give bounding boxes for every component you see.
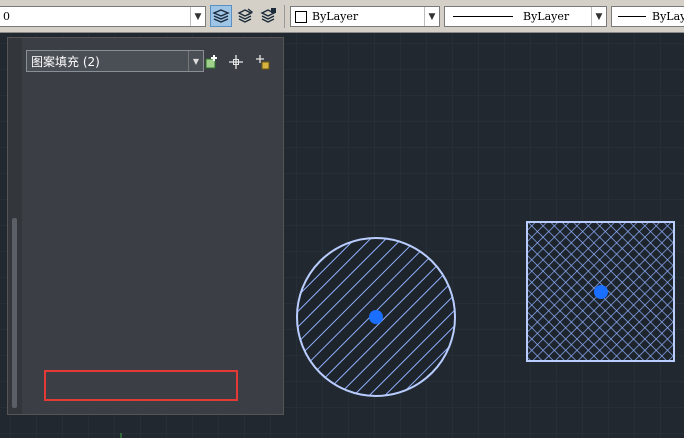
linetype-combo-value: ByLayer	[523, 10, 570, 23]
properties-palette: 图案填充 (2) ▼	[7, 37, 284, 415]
chevron-down-icon[interactable]: ▼	[188, 51, 203, 71]
palette-scrollbar[interactable]	[12, 218, 17, 408]
layer-combo[interactable]: 0 ▼	[0, 6, 206, 27]
layer-combo-value: 0	[3, 10, 10, 23]
quick-select-icon[interactable]	[252, 52, 272, 72]
rectangle-grip[interactable]	[594, 285, 608, 299]
toolbar-divider	[284, 5, 285, 28]
select-objects-icon[interactable]	[226, 52, 246, 72]
lineweight-combo-value: ByLay	[652, 10, 684, 23]
lineweight-sample	[618, 16, 646, 17]
selection-combo-value: 图案填充 (2)	[31, 54, 100, 69]
selection-combo[interactable]: 图案填充 (2) ▼	[26, 50, 204, 72]
color-combo[interactable]: ByLayer ▼	[290, 6, 440, 27]
circle-grip[interactable]	[369, 310, 383, 324]
lineweight-combo[interactable]: ByLay	[611, 6, 684, 27]
cumulative-area-highlight	[44, 370, 238, 401]
layer-previous-icon[interactable]	[234, 5, 256, 27]
chevron-down-icon[interactable]: ▼	[591, 7, 606, 26]
color-swatch	[295, 10, 307, 23]
linetype-combo[interactable]: ByLayer ▼	[444, 6, 607, 27]
toggle-pickadd-icon[interactable]	[202, 52, 222, 72]
properties-toolbar: 0 ▼ ByLayer ▼ ByLayer ▼ ByLay	[0, 0, 684, 33]
color-combo-value: ByLayer	[312, 10, 359, 23]
chevron-down-icon[interactable]: ▼	[424, 7, 439, 26]
chevron-down-icon[interactable]: ▼	[190, 7, 205, 26]
linetype-sample	[453, 16, 513, 17]
layer-state-icon[interactable]	[257, 5, 279, 27]
layer-match-icon[interactable]	[210, 5, 232, 27]
